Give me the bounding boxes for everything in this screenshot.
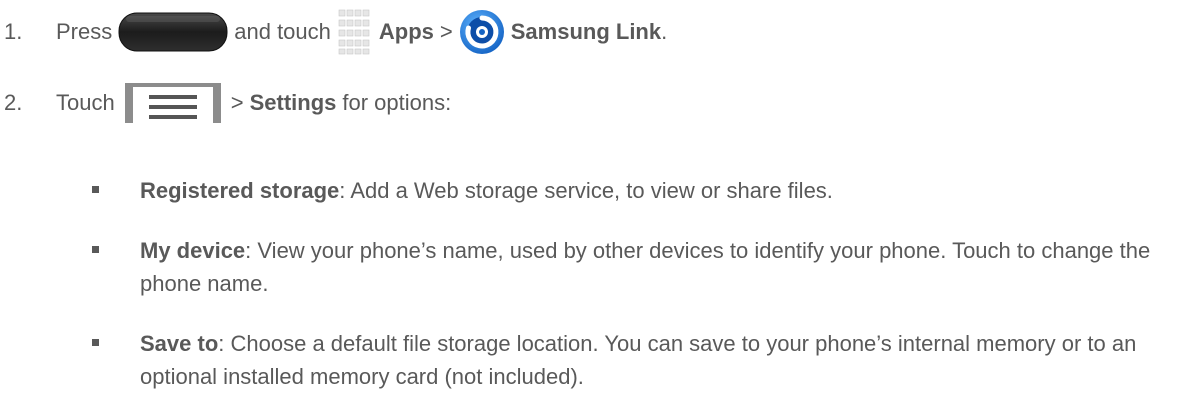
bullet-icon (92, 246, 99, 253)
list-item-description: Choose a default file storage location. … (140, 331, 1137, 389)
list-item-text: My device: View your phone’s name, used … (140, 234, 1172, 300)
bullet-icon (92, 339, 99, 346)
list-item: My device: View your phone’s name, used … (92, 234, 1172, 300)
bullet-icon (92, 186, 99, 193)
period: . (661, 19, 668, 44)
separator: > (230, 90, 244, 115)
list-item-term: My device (140, 238, 246, 263)
step-text-press: Press (56, 19, 113, 44)
step-text-for-options: for options: (342, 90, 452, 115)
separator: > (439, 19, 453, 44)
list-item-text: Save to: Choose a default file storage l… (140, 327, 1172, 393)
home-key-icon (118, 12, 228, 52)
list-item-description: Add a Web storage service, to view or sh… (345, 178, 833, 203)
list-item-description: View your phone’s name, used by other de… (140, 238, 1151, 296)
step-number: 2. (4, 90, 23, 115)
apps-label: Apps (378, 19, 434, 44)
list-item: Registered storage: Add a Web storage se… (92, 174, 1172, 207)
apps-grid-icon (337, 8, 373, 56)
samsung-link-icon (459, 9, 505, 55)
step-1: 1. Press and touch Apps > Samsung Link . (0, 2, 667, 62)
list-item-term: Registered storage (140, 178, 340, 203)
list-item: Save to: Choose a default file storage l… (92, 327, 1172, 393)
step-2: 2. Touch > Settings for options: (0, 74, 451, 132)
step-text-touch: Touch (56, 90, 115, 115)
list-item-term: Save to (140, 331, 219, 356)
settings-label: Settings (249, 90, 337, 115)
menu-key-icon (123, 81, 223, 125)
step-number: 1. (4, 19, 23, 44)
list-item-text: Registered storage: Add a Web storage se… (140, 174, 1172, 207)
step-text-and-touch: and touch (234, 19, 331, 44)
samsung-link-label: Samsung Link (510, 19, 662, 44)
